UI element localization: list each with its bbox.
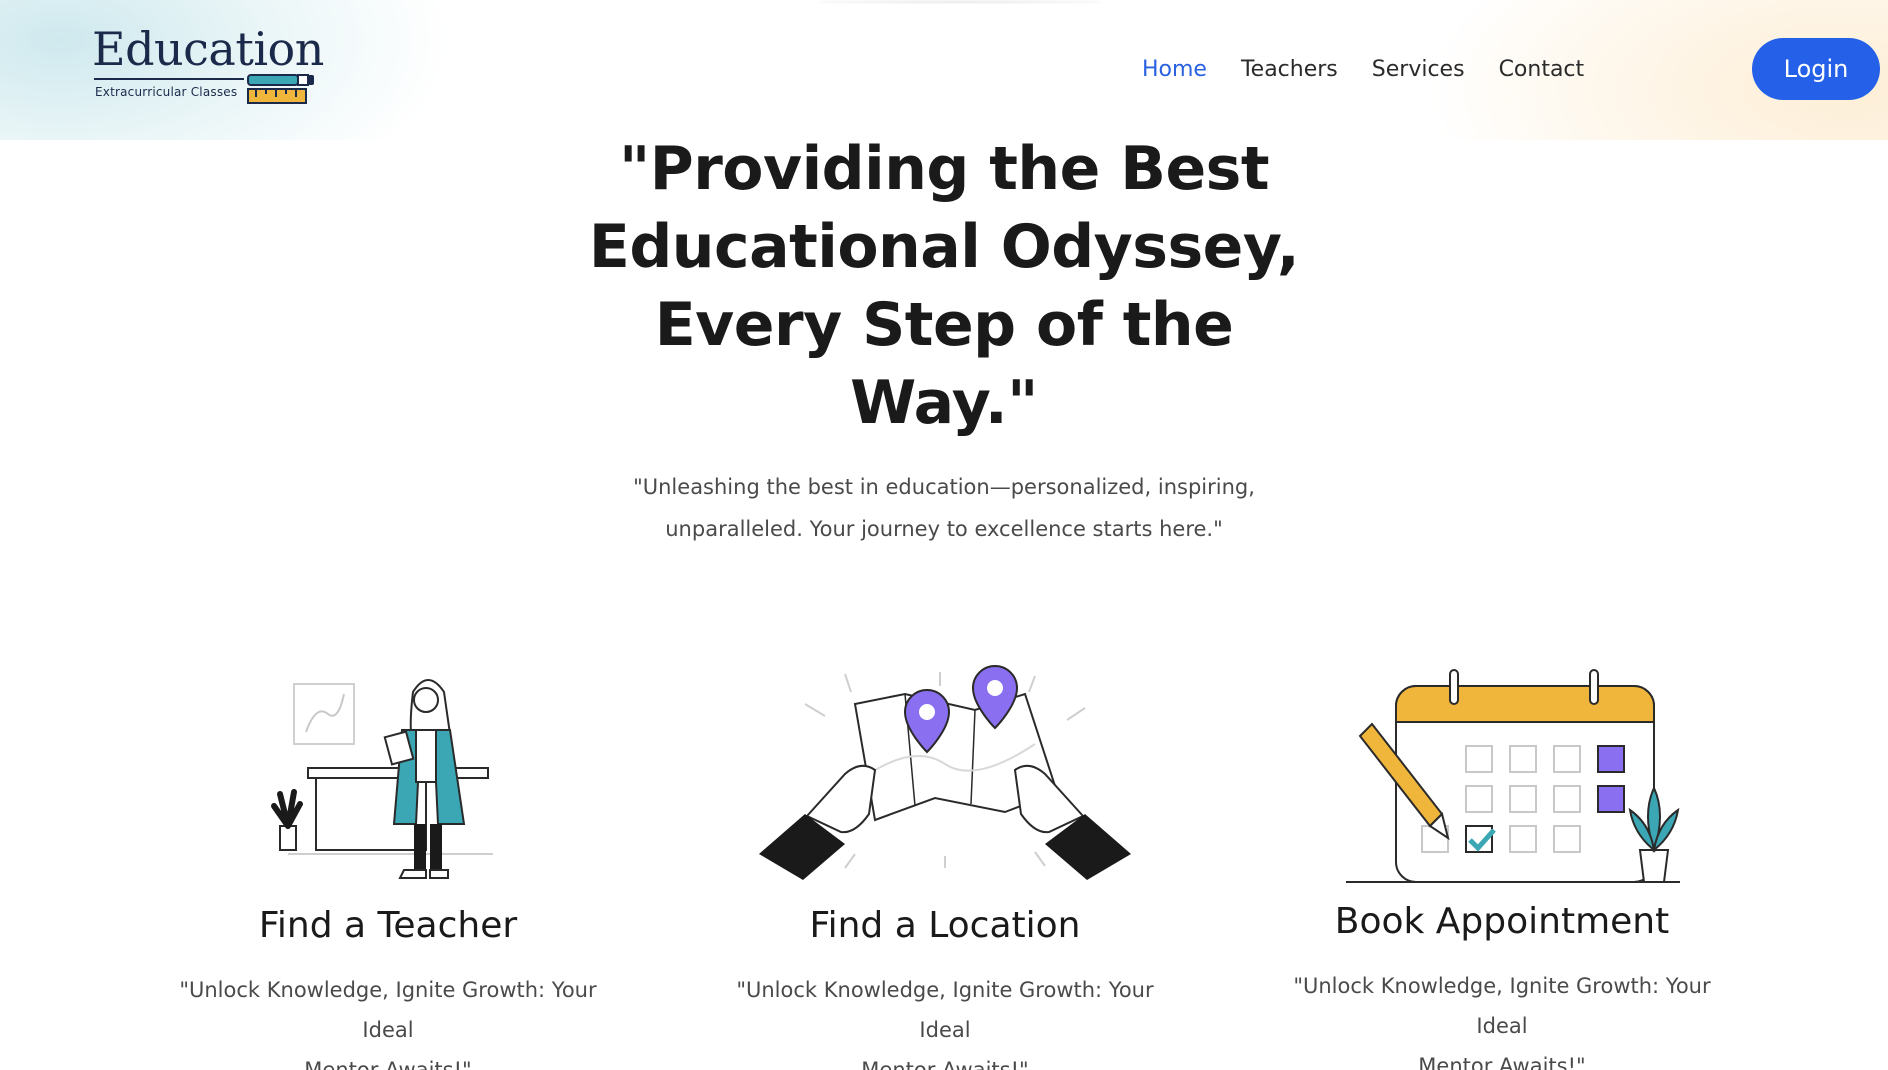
hero-subtitle-line: "Unleashing the best in education—person… [633, 475, 1255, 499]
hero-title-line: Educational Odyssey, [588, 212, 1300, 282]
teacher-illustration [271, 679, 493, 879]
feature-find-location: Find a Location "Unlock Knowledge, Ignit… [665, 664, 1225, 1070]
nav-teachers[interactable]: Teachers [1241, 54, 1338, 86]
nav-contact[interactable]: Contact [1499, 54, 1585, 86]
feature-title: Book Appointment [1334, 901, 1670, 942]
brand-title: Education [92, 22, 324, 76]
feature-title: Find a Teacher [258, 905, 518, 946]
hero-title-line: Every Step of the [654, 290, 1234, 360]
nav-home[interactable]: Home [1142, 54, 1207, 86]
feature-description-line: Mentor Awaits!" [304, 1058, 472, 1070]
hero-subtitle: "Unleashing the best in education—person… [604, 466, 1284, 550]
feature-description: "Unlock Knowledge, Ignite Growth: Your I… [1272, 966, 1732, 1070]
hero-title: "Providing the Best Educational Odyssey,… [544, 130, 1344, 442]
brand-subtitle: Extracurricular Classes [95, 85, 238, 99]
feature-title: Find a Location [809, 905, 1081, 946]
feature-book-appointment: Book Appointment "Unlock Knowledge, Igni… [1222, 664, 1782, 1070]
feature-description-line: Mentor Awaits!" [861, 1058, 1029, 1070]
map-pins-illustration [759, 665, 1131, 880]
pencil-ruler-icon [247, 74, 314, 104]
hero-title-line: Way." [850, 368, 1038, 438]
feature-description: "Unlock Knowledge, Ignite Growth: Your I… [158, 970, 618, 1070]
brand-logo[interactable]: Education Extracurricular Classes [92, 22, 324, 106]
calendar-illustration [1346, 669, 1680, 883]
login-button[interactable]: Login [1752, 38, 1880, 100]
feature-description-line: Mentor Awaits!" [1418, 1054, 1586, 1070]
feature-description-line: "Unlock Knowledge, Ignite Growth: Your I… [1293, 974, 1711, 1038]
feature-description-line: "Unlock Knowledge, Ignite Growth: Your I… [179, 978, 597, 1042]
feature-find-teacher: Find a Teacher "Unlock Knowledge, Ignite… [108, 664, 668, 1070]
hero-title-line: "Providing the Best [618, 134, 1270, 204]
site-header: Education Extracurricular Classes Home T… [0, 0, 1888, 140]
hero-subtitle-line: unparalleled. Your journey to excellence… [665, 517, 1223, 541]
main-nav: Home Teachers Services Contact [1142, 54, 1584, 86]
feature-description-line: "Unlock Knowledge, Ignite Growth: Your I… [736, 978, 1154, 1042]
nav-services[interactable]: Services [1372, 54, 1465, 86]
feature-description: "Unlock Knowledge, Ignite Growth: Your I… [715, 970, 1175, 1070]
header-divider [820, 0, 1100, 4]
brand-underline [94, 78, 244, 80]
